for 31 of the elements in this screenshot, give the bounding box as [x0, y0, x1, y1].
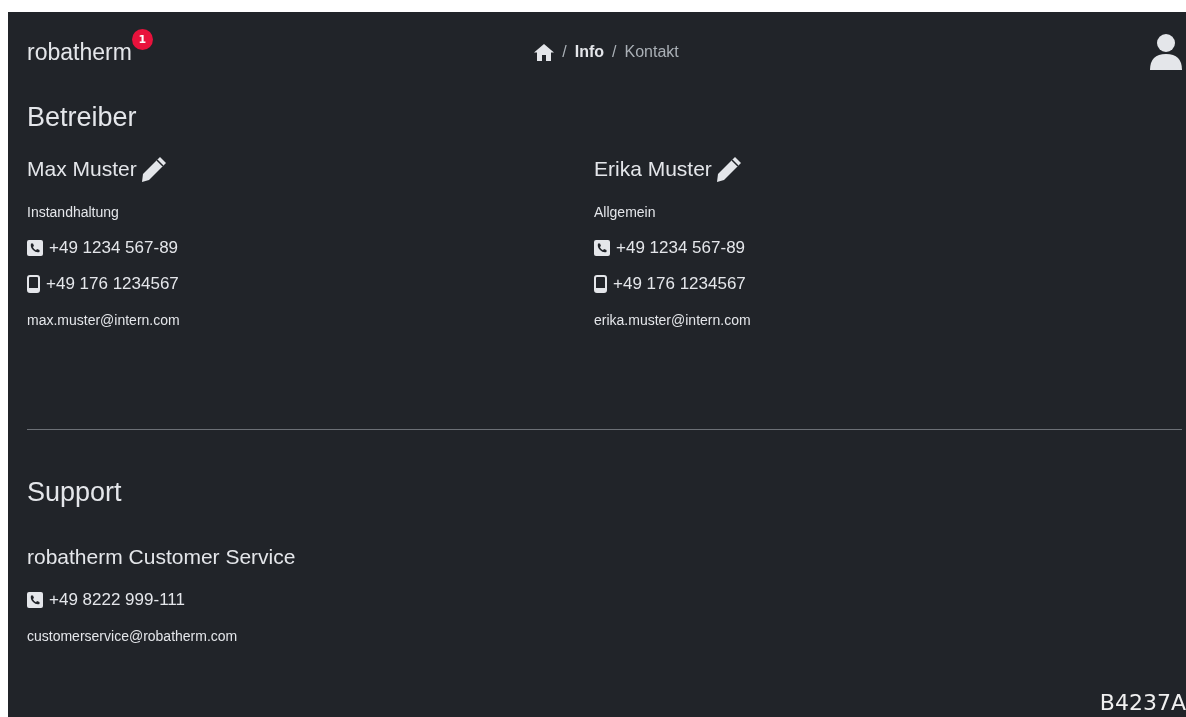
department-text: Allgemein: [594, 204, 656, 220]
pencil-icon[interactable]: [139, 155, 168, 183]
phone-number: +49 1234 567-89: [49, 238, 179, 258]
breadcrumb-link[interactable]: Kontakt: [624, 43, 679, 61]
contact-name: robatherm Customer Service: [27, 545, 296, 569]
mobile-phone-icon: [594, 275, 607, 293]
contact-name: Max Muster: [27, 157, 137, 181]
mobile-number: +49 176 1234567: [46, 274, 179, 294]
figure-code: B4237A: [1099, 690, 1186, 715]
mobile-number: +49 176 1234567: [613, 274, 746, 294]
breadcrumb-separator: /: [612, 43, 617, 61]
contact-name: Erika Muster: [594, 157, 712, 181]
section-title: Betreiber: [27, 102, 138, 133]
user-icon[interactable]: [1150, 34, 1182, 70]
breadcrumb-link[interactable]: Info: [574, 43, 605, 61]
notification-badge: 1: [131, 28, 153, 50]
phone-icon: [594, 240, 610, 256]
brand-name[interactable]: robatherm: [27, 38, 132, 66]
email-address: max.muster@intern.com: [27, 312, 180, 328]
email-address: erika.muster@intern.com: [594, 312, 751, 328]
mobile-phone-icon: [27, 275, 40, 293]
phone-icon: [27, 240, 43, 256]
breadcrumb-separator: /: [562, 43, 567, 61]
home-icon[interactable]: [534, 43, 555, 61]
phone-icon: [27, 592, 43, 608]
pencil-icon[interactable]: [714, 155, 743, 183]
email-address: customerservice@robatherm.com: [27, 628, 238, 644]
section-title: Support: [27, 477, 123, 508]
phone-number: +49 1234 567-89: [616, 238, 746, 258]
department-text: Instandhaltung: [27, 204, 119, 220]
phone-number: +49 8222 999-111: [49, 590, 185, 610]
